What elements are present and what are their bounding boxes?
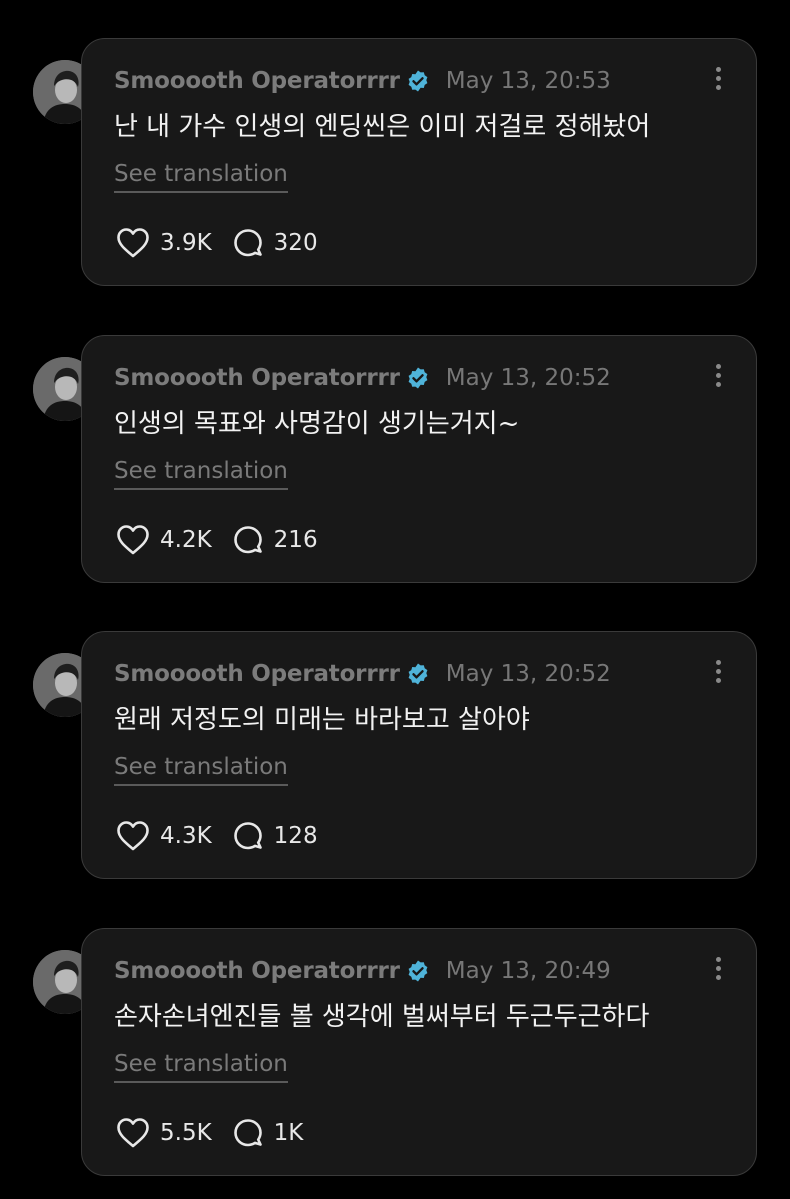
post-card[interactable]: Smooooth Operatorrrr May 13, 20:52 원래 저정… (81, 631, 757, 879)
post-actions: 5.5K 1K (116, 1113, 323, 1153)
post-actions: 4.2K 216 (116, 520, 338, 560)
see-translation-link[interactable]: See translation (114, 752, 288, 786)
see-translation-link[interactable]: See translation (114, 456, 288, 490)
see-translation-link[interactable]: See translation (114, 1049, 288, 1083)
like-count: 4.3K (160, 823, 212, 849)
post-text: 원래 저정도의 미래는 바라보고 살아야 (114, 705, 530, 735)
post-timestamp: May 13, 20:53 (445, 68, 611, 94)
verified-badge-icon (406, 662, 430, 686)
more-vertical-icon[interactable] (714, 660, 722, 688)
post-header: Smooooth Operatorrrr May 13, 20:52 (114, 358, 611, 398)
heart-icon (117, 821, 149, 851)
see-translation-link[interactable]: See translation (114, 159, 288, 193)
like-button[interactable]: 4.2K (116, 524, 212, 556)
post: Smooooth Operatorrrr May 13, 20:53 난 내 가… (0, 38, 790, 288)
comment-count: 216 (273, 527, 318, 553)
author-name[interactable]: Smooooth Operatorrrr (114, 68, 400, 94)
comment-bubble-icon (233, 229, 262, 257)
like-button[interactable]: 3.9K (116, 227, 212, 259)
comment-bubble-icon (233, 1119, 262, 1147)
comment-bubble-icon (233, 526, 262, 554)
verified-badge-icon (406, 959, 430, 983)
post-timestamp: May 13, 20:52 (445, 365, 611, 391)
post-actions: 4.3K 128 (116, 816, 338, 856)
comment-button[interactable]: 320 (232, 227, 318, 259)
post: Smooooth Operatorrrr May 13, 20:52 인생의 목… (0, 335, 790, 585)
comment-count: 1K (273, 1120, 304, 1146)
author-name[interactable]: Smooooth Operatorrrr (114, 365, 400, 391)
verified-badge-icon (406, 366, 430, 390)
more-vertical-icon[interactable] (714, 364, 722, 392)
author-name[interactable]: Smooooth Operatorrrr (114, 661, 400, 687)
comment-button[interactable]: 1K (232, 1117, 304, 1149)
heart-icon (117, 525, 149, 555)
post-text: 손자손녀엔진들 볼 생각에 벌써부터 두근두근하다 (114, 1002, 650, 1032)
post-header: Smooooth Operatorrrr May 13, 20:49 (114, 951, 611, 991)
like-count: 5.5K (160, 1120, 212, 1146)
more-vertical-icon[interactable] (714, 957, 722, 985)
heart-icon (117, 228, 149, 258)
post-timestamp: May 13, 20:49 (445, 958, 611, 984)
post: Smooooth Operatorrrr May 13, 20:52 원래 저정… (0, 631, 790, 881)
post-card[interactable]: Smooooth Operatorrrr May 13, 20:52 인생의 목… (81, 335, 757, 583)
verified-badge-icon (406, 69, 430, 93)
post-header: Smooooth Operatorrrr May 13, 20:52 (114, 654, 611, 694)
post: Smooooth Operatorrrr May 13, 20:49 손자손녀엔… (0, 928, 790, 1178)
post-card[interactable]: Smooooth Operatorrrr May 13, 20:49 손자손녀엔… (81, 928, 757, 1176)
more-vertical-icon[interactable] (714, 67, 722, 95)
like-count: 4.2K (160, 527, 212, 553)
like-button[interactable]: 5.5K (116, 1117, 212, 1149)
like-count: 3.9K (160, 230, 212, 256)
comment-button[interactable]: 128 (232, 820, 318, 852)
post-text: 난 내 가수 인생의 엔딩씬은 이미 저걸로 정해놨어 (114, 112, 651, 142)
heart-icon (117, 1118, 149, 1148)
comment-count: 320 (273, 230, 318, 256)
post-timestamp: May 13, 20:52 (445, 661, 611, 687)
like-button[interactable]: 4.3K (116, 820, 212, 852)
post-card[interactable]: Smooooth Operatorrrr May 13, 20:53 난 내 가… (81, 38, 757, 286)
author-name[interactable]: Smooooth Operatorrrr (114, 958, 400, 984)
comment-bubble-icon (233, 822, 262, 850)
post-header: Smooooth Operatorrrr May 13, 20:53 (114, 61, 611, 101)
post-actions: 3.9K 320 (116, 223, 338, 263)
comment-count: 128 (273, 823, 318, 849)
comment-button[interactable]: 216 (232, 524, 318, 556)
post-text: 인생의 목표와 사명감이 생기는거지~ (114, 409, 520, 439)
